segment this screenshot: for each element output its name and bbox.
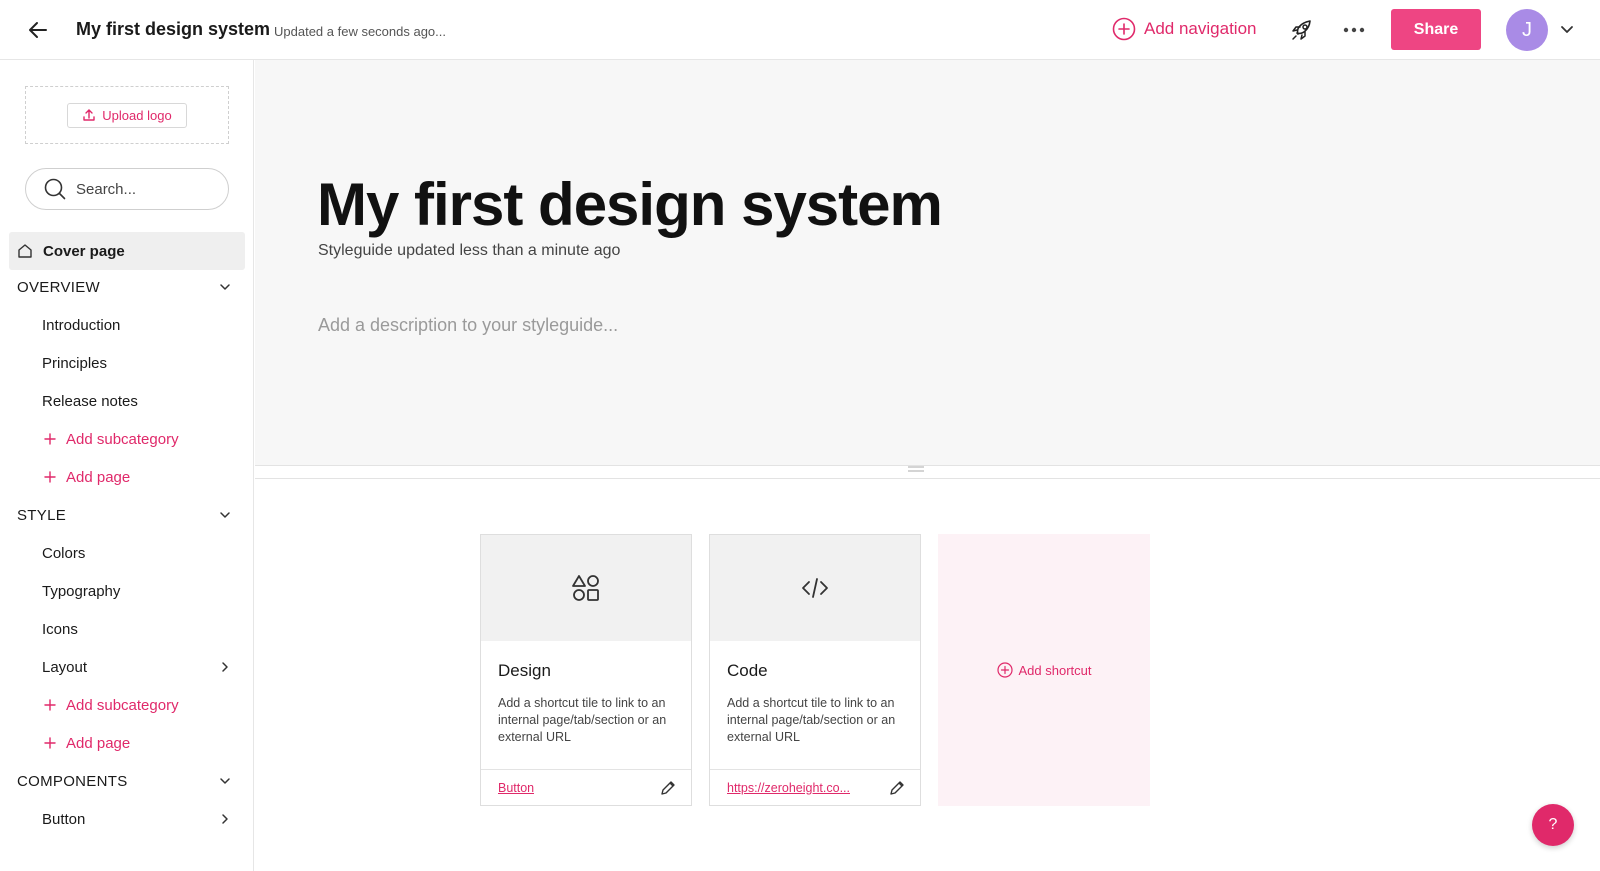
sidebar-item-label: Cover page [43,242,125,260]
tile-description: Add a shortcut tile to link to an intern… [727,696,896,744]
tile-link[interactable]: https://zeroheight.co... [727,781,850,795]
sidebar-item-principles[interactable]: Principles [0,344,253,382]
chevron-right-icon [222,662,228,672]
sidebar-item-label: Release notes [42,392,138,410]
page-title[interactable]: My first design system [317,170,943,239]
add-page-label: Add page [66,734,131,752]
rocket-icon[interactable] [1288,16,1316,44]
tile-description: Add a shortcut tile to link to an intern… [498,696,667,744]
add-navigation-button[interactable]: Add navigation [1112,17,1256,41]
cover-hero: My first design system Styleguide update… [255,60,1600,466]
tile-footer: Button [481,769,691,805]
page-subtitle: Styleguide updated less than a minute ag… [318,242,621,259]
sidebar-item-icons[interactable]: Icons [0,610,253,648]
sidebar-section-overview[interactable]: OVERVIEW [0,268,253,306]
chevron-down-icon [220,284,230,290]
back-arrow-icon[interactable] [24,16,52,44]
tile-footer: https://zeroheight.co... [710,769,920,805]
sidebar-item-label: Button [42,810,86,828]
logo-dropzone[interactable]: Upload logo [25,86,229,144]
upload-logo-label: Upload logo [102,107,172,123]
more-options-icon[interactable] [1340,16,1368,44]
add-page-label: Add page [66,468,131,486]
chevron-down-icon [220,512,230,518]
sidebar-item-label: Icons [42,620,78,638]
sidebar-item-introduction[interactable]: Introduction [0,306,253,344]
add-page-button[interactable]: Add page [0,724,253,762]
code-icon [802,578,828,598]
divider [255,478,1600,479]
search-box[interactable] [25,168,229,210]
chevron-right-icon [222,814,228,824]
chevron-down-icon[interactable] [1558,20,1576,38]
add-shortcut-label: Add shortcut [1018,662,1092,678]
sidebar-section-components[interactable]: COMPONENTS [0,762,253,800]
sidebar-item-label: Layout [42,658,88,676]
top-bar: My first design system Updated a few sec… [0,0,1600,60]
save-status: Updated a few seconds ago... [274,24,447,39]
home-icon [18,244,32,258]
pencil-icon[interactable] [659,779,677,797]
add-subcategory-label: Add subcategory [66,696,179,714]
plus-circle-icon [1112,17,1136,41]
tile-link[interactable]: Button [498,781,534,795]
tile-header [710,535,920,641]
add-navigation-label: Add navigation [1144,19,1257,38]
section-label: COMPONENTS [17,772,128,790]
sidebar-item-button[interactable]: Button [0,800,253,838]
share-button[interactable]: Share [1391,9,1481,50]
avatar[interactable]: J [1506,9,1548,51]
description-field[interactable]: Add a description to your styleguide... [318,315,618,336]
sidebar-item-label: Principles [42,354,108,372]
tile-title: Code [727,661,768,680]
sidebar-item-release-notes[interactable]: Release notes [0,382,253,420]
pencil-icon[interactable] [888,779,906,797]
upload-icon [83,109,95,121]
add-subcategory-button[interactable]: Add subcategory [0,686,253,724]
plus-circle-icon [996,662,1013,678]
shortcut-tile-code[interactable]: Code Add a shortcut tile to link to an i… [709,534,921,806]
tile-header [481,535,691,641]
plus-icon [44,433,56,445]
sidebar-item-label: Colors [42,544,86,562]
tile-title: Design [498,661,551,680]
add-subcategory-label: Add subcategory [66,430,179,448]
sidebar-section-style[interactable]: STYLE [0,496,253,534]
help-button[interactable]: ? [1532,804,1574,846]
sidebar-item-label: Typography [42,582,121,600]
sidebar-item-colors[interactable]: Colors [0,534,253,572]
add-subcategory-button[interactable]: Add subcategory [0,420,253,458]
resize-handle-icon[interactable] [907,460,925,472]
shortcut-tile-design[interactable]: Design Add a shortcut tile to link to an… [480,534,692,806]
chevron-down-icon [220,778,230,784]
search-icon [44,178,66,200]
sidebar-item-label: Introduction [42,316,121,334]
plus-icon [44,699,56,711]
plus-icon [44,471,56,483]
sidebar-item-typography[interactable]: Typography [0,572,253,610]
sidebar: Upload logo Cover page OVERVIEW Introduc… [0,60,254,871]
search-input[interactable] [76,180,216,198]
plus-icon [44,737,56,749]
add-shortcut-tile[interactable]: Add shortcut [938,534,1150,806]
section-label: OVERVIEW [17,278,100,296]
upload-logo-button[interactable]: Upload logo [67,102,187,128]
sidebar-item-layout[interactable]: Layout [0,648,253,686]
sidebar-item-cover-page[interactable]: Cover page [9,232,245,270]
shapes-icon [572,575,599,601]
main-content: My first design system Styleguide update… [255,60,1600,871]
add-page-button[interactable]: Add page [0,458,253,496]
section-label: STYLE [17,506,67,524]
document-title: My first design system [76,19,271,39]
